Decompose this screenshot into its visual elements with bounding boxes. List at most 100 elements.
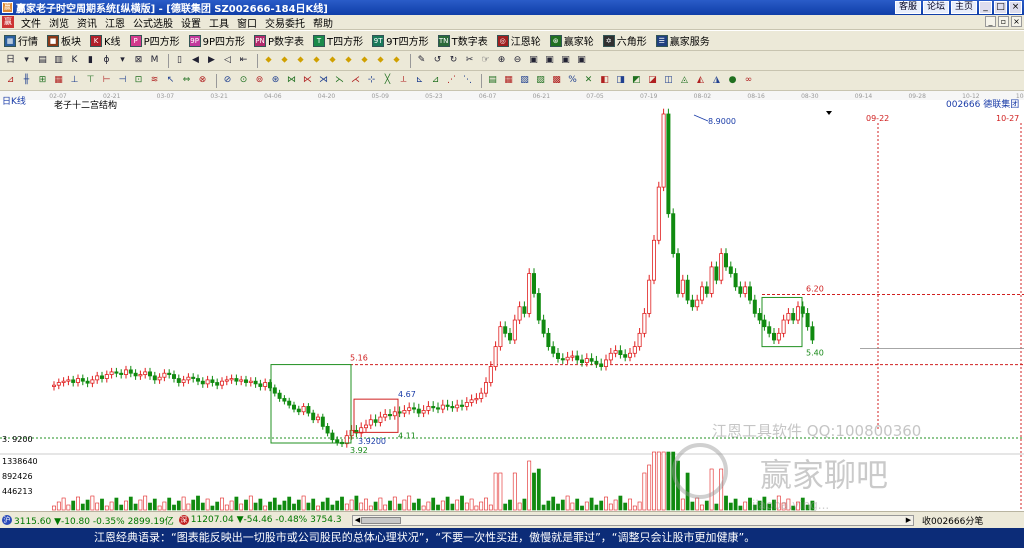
draw-tool-44-icon[interactable]: ● [726, 74, 739, 87]
tool-31-icon[interactable]: ▣ [527, 54, 540, 67]
menu-info[interactable]: 资讯 [73, 15, 101, 30]
draw-tool-16-icon[interactable]: ⊛ [269, 74, 282, 87]
draw-tool-11-icon[interactable]: ⇔ [180, 74, 193, 87]
tool-25-icon[interactable]: ↺ [431, 54, 444, 67]
tool-28-icon[interactable]: ☞ [479, 54, 492, 67]
draw-tool-4-icon[interactable]: ⊥ [68, 74, 81, 87]
maximize-button[interactable]: □ [994, 1, 1007, 14]
draw-tool-45-icon[interactable]: ∞ [742, 74, 755, 87]
draw-tool-40-icon[interactable]: ◫ [662, 74, 675, 87]
draw-tool-5-icon[interactable]: ⊤ [84, 74, 97, 87]
draw-tool-10-icon[interactable]: ↖ [164, 74, 177, 87]
draw-tool-0-icon[interactable]: ⊿ [4, 74, 17, 87]
tool-19-icon[interactable]: ⬥ [326, 54, 339, 67]
draw-tool-29-icon[interactable]: ▤ [486, 74, 499, 87]
draw-tool-3-icon[interactable]: ▦ [52, 74, 65, 87]
draw-tool-20-icon[interactable]: ⋋ [333, 74, 346, 87]
tool-34-icon[interactable]: ▣ [575, 54, 588, 67]
tool-2-icon[interactable]: ▤ [36, 54, 49, 67]
toolbar-t-square-button[interactable]: T T四方形 [313, 33, 363, 48]
tool-3-icon[interactable]: ▥ [52, 54, 65, 67]
tool-0-icon[interactable]: 日 [4, 54, 17, 67]
draw-tool-7-icon[interactable]: ⊣ [116, 74, 129, 87]
toolbar-service-button[interactable]: ☰ 赢家服务 [655, 33, 710, 48]
draw-tool-25-icon[interactable]: ⊾ [413, 74, 426, 87]
draw-tool-23-icon[interactable]: ╳ [381, 74, 394, 87]
tool-23-icon[interactable]: ⬥ [390, 54, 403, 67]
draw-tool-22-icon[interactable]: ⊹ [365, 74, 378, 87]
draw-tool-39-icon[interactable]: ◪ [646, 74, 659, 87]
toolbar-9t-square-button[interactable]: 9T 9T四方形 [372, 33, 429, 48]
draw-tool-13-icon[interactable]: ⊘ [221, 74, 234, 87]
scroll-right-icon[interactable]: ▶ [904, 516, 913, 525]
toolbar-hexagon-button[interactable]: ✡ 六角形 [602, 33, 647, 48]
tool-7-icon[interactable]: ▾ [116, 54, 129, 67]
draw-tool-33-icon[interactable]: ▩ [550, 74, 563, 87]
tool-22-icon[interactable]: ⬥ [374, 54, 387, 67]
draw-tool-15-icon[interactable]: ⊚ [253, 74, 266, 87]
toolbar-t-table-button[interactable]: TN T数字表 [437, 33, 488, 48]
draw-tool-43-icon[interactable]: ◮ [710, 74, 723, 87]
homepage-link[interactable]: 主页 [950, 1, 977, 14]
shanghai-index[interactable]: 沪 3115.60 ▼-10.80 -0.35% 2899.19亿 [0, 514, 174, 527]
menu-formula[interactable]: 公式选股 [129, 15, 177, 30]
tool-11-icon[interactable]: ◀ [189, 54, 202, 67]
toolbar-9p-square-button[interactable]: 9P 9P四方形 [188, 33, 245, 48]
kline-chart-area[interactable]: 02-07 02-21 03-07 03-21 04-06 04-20 05-09 05-23… [0, 91, 1024, 511]
menu-help[interactable]: 帮助 [309, 15, 337, 30]
draw-tool-28-icon[interactable]: ⋱ [461, 74, 474, 87]
forum-link[interactable]: 论坛 [922, 1, 949, 14]
draw-tool-36-icon[interactable]: ◧ [598, 74, 611, 87]
draw-tool-41-icon[interactable]: ◬ [678, 74, 691, 87]
draw-tool-37-icon[interactable]: ◨ [614, 74, 627, 87]
tool-17-icon[interactable]: ⬥ [294, 54, 307, 67]
draw-tool-12-icon[interactable]: ⊗ [196, 74, 209, 87]
tool-4-icon[interactable]: K [68, 54, 81, 67]
tool-8-icon[interactable]: ⊠ [132, 54, 145, 67]
tool-6-icon[interactable]: ϕ [100, 54, 113, 67]
kline-chart[interactable]: 02-07 02-21 03-07 03-21 04-06 04-20 05-09 05-23… [0, 91, 1024, 511]
tool-16-icon[interactable]: ⬥ [278, 54, 291, 67]
toolbar-p-table-button[interactable]: PN P数字表 [254, 33, 304, 48]
toolbar-grid-button[interactable]: ▦ 行情 [4, 33, 38, 48]
shenzhen-index[interactable]: 深 11207.04 ▼-54.46 -0.48% 3754.3 [177, 515, 342, 525]
toolbar-winner-wheel-button[interactable]: ⊛ 赢家轮 [549, 33, 594, 48]
tool-13-icon[interactable]: ◁ [221, 54, 234, 67]
tool-32-icon[interactable]: ▣ [543, 54, 556, 67]
tool-27-icon[interactable]: ✂ [463, 54, 476, 67]
draw-tool-26-icon[interactable]: ⊿ [429, 74, 442, 87]
tool-30-icon[interactable]: ⊖ [511, 54, 524, 67]
draw-tool-24-icon[interactable]: ⟂ [397, 74, 410, 87]
menu-tools[interactable]: 工具 [205, 15, 233, 30]
tool-26-icon[interactable]: ↻ [447, 54, 460, 67]
draw-tool-30-icon[interactable]: ▦ [502, 74, 515, 87]
draw-tool-31-icon[interactable]: ▧ [518, 74, 531, 87]
draw-tool-18-icon[interactable]: ⋉ [301, 74, 314, 87]
menu-file[interactable]: 文件 [17, 15, 45, 30]
tool-33-icon[interactable]: ▣ [559, 54, 572, 67]
tool-18-icon[interactable]: ⬥ [310, 54, 323, 67]
menu-trade[interactable]: 交易委托 [261, 15, 309, 30]
menu-gann[interactable]: 江恩 [101, 15, 129, 30]
draw-tool-8-icon[interactable]: ⊡ [132, 74, 145, 87]
menu-window[interactable]: 窗口 [233, 15, 261, 30]
draw-tool-9-icon[interactable]: ≋ [148, 74, 161, 87]
menu-browse[interactable]: 浏览 [45, 15, 73, 30]
tool-20-icon[interactable]: ⬥ [342, 54, 355, 67]
draw-tool-6-icon[interactable]: ⊢ [100, 74, 113, 87]
tool-24-icon[interactable]: ✎ [415, 54, 428, 67]
chart-scrollbar[interactable]: ◀ ▶ [352, 515, 914, 526]
toolbar-kline-button[interactable]: K K线 [90, 33, 121, 48]
draw-tool-14-icon[interactable]: ⊙ [237, 74, 250, 87]
draw-tool-17-icon[interactable]: ⋈ [285, 74, 298, 87]
draw-tool-27-icon[interactable]: ⋰ [445, 74, 458, 87]
toolbar-p-square-button[interactable]: P P四方形 [129, 33, 180, 48]
toolbar-board-button[interactable]: ■ 板块 [47, 33, 81, 48]
draw-tool-35-icon[interactable]: ✕ [582, 74, 595, 87]
tool-21-icon[interactable]: ⬥ [358, 54, 371, 67]
draw-tool-42-icon[interactable]: ◭ [694, 74, 707, 87]
tool-9-icon[interactable]: M [148, 54, 161, 67]
mdi-restore-button[interactable]: ▫ [998, 16, 1009, 27]
draw-tool-32-icon[interactable]: ▨ [534, 74, 547, 87]
draw-tool-2-icon[interactable]: ⊞ [36, 74, 49, 87]
